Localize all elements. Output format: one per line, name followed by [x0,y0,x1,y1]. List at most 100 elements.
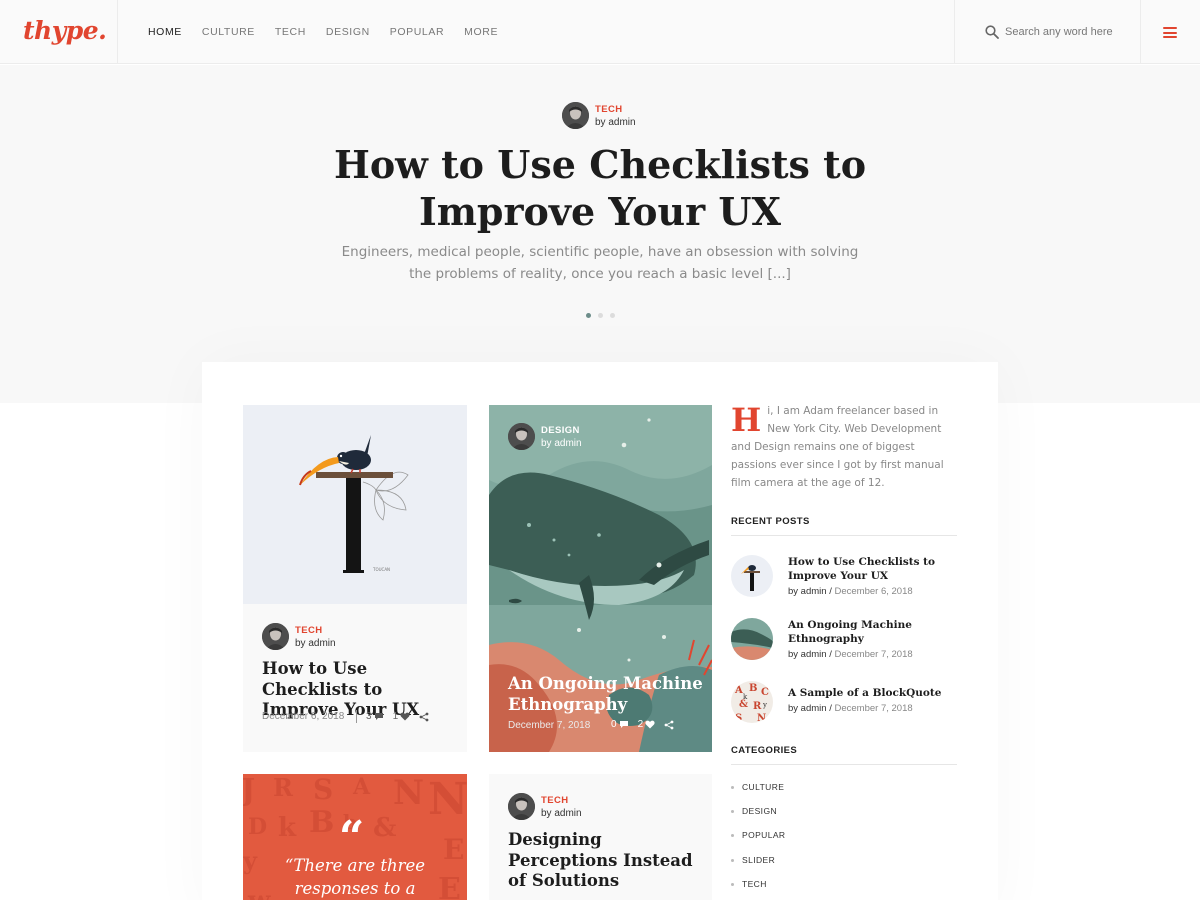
post-title[interactable]: An Ongoing Machine Ethnography [508,674,703,715]
hero-category-link[interactable]: TECH [595,104,622,115]
recent-posts-heading: RECENT POSTS [731,516,810,527]
recent-post-date: December 6, 2018 [834,586,913,597]
slider-dot-3[interactable] [610,313,615,318]
svg-text:k: k [278,813,297,843]
recent-post-item[interactable]: How to Use Checklists to Improve Your UX… [731,555,957,599]
svg-text:E: E [438,872,461,900]
site-logo[interactable]: thype. [23,16,107,45]
recent-post-title[interactable]: How to Use Checklists to Improve Your UX [788,555,948,583]
post-card[interactable]: TOUCAN TECH by admin How to Use Checklis… [243,405,467,752]
svg-text:S: S [735,713,742,723]
comment-icon [374,713,383,720]
post-category-link[interactable]: DESIGN [541,425,580,436]
recent-post-meta: by admin / December 6, 2018 [788,586,913,597]
recent-post-item[interactable]: An Ongoing Machine Ethnography by admin … [731,618,957,662]
category-tech[interactable]: TECH [731,879,767,889]
divider [731,535,957,536]
post-date: December 7, 2018 [508,720,591,731]
post-card[interactable]: TECH by admin Designing Perceptions Inst… [489,774,712,900]
svg-text:w: w [247,886,271,900]
slider-dot-2[interactable] [598,313,603,318]
heart-icon [400,712,410,721]
recent-post-thumbnail[interactable] [731,618,773,660]
recent-post-date: December 7, 2018 [834,649,913,660]
about-dropcap: H [731,401,762,439]
divider [731,764,957,765]
about-widget: H i, I am Adam freelancer based in New Y… [731,402,957,492]
slider-dot-1[interactable] [586,313,591,318]
svg-text:y: y [243,846,258,875]
svg-text:y: y [762,701,767,709]
share-icon[interactable] [664,720,674,730]
nav-popular[interactable]: POPULAR [390,26,444,38]
svg-text:R: R [273,774,294,802]
svg-text:A: A [734,685,743,696]
hero-excerpt: Engineers, medical people, scientific pe… [341,244,859,282]
quote-text[interactable]: “There are three responses to a [273,854,437,900]
toucan-caption: TOUCAN [372,567,390,572]
recent-post-date: December 7, 2018 [834,703,913,714]
svg-text:J: J [243,774,255,808]
search-box [954,0,1141,64]
recent-post-meta: by admin / December 7, 2018 [788,703,913,714]
recent-post-meta: by admin / December 7, 2018 [788,649,913,660]
post-category-link[interactable]: TECH [295,625,322,636]
category-slider[interactable]: SLIDER [731,855,775,865]
svg-text:E: E [443,833,464,866]
post-category-link[interactable]: TECH [541,795,568,806]
post-title[interactable]: Designing Perceptions Instead of Solutio… [508,830,703,892]
likes-count[interactable]: 2 [638,719,656,730]
recent-post-title[interactable]: A Sample of a BlockQuote [788,686,948,700]
hero-title[interactable]: How to Use Checklists to Improve Your UX [300,141,900,235]
svg-text:N: N [428,774,467,825]
post-date: December 6, 2018 [262,711,345,722]
post-card-quote[interactable]: JRSANN DkBb& yEEwT “ “There are three re… [243,774,467,900]
recent-post-author[interactable]: by admin [788,703,827,714]
about-text: i, I am Adam freelancer based in New Yor… [731,405,944,489]
search-icon[interactable] [985,25,999,39]
slider-dots [586,313,615,318]
svg-text:D: D [248,814,267,840]
recent-post-author[interactable]: by admin [788,649,827,660]
svg-text:B: B [749,683,757,694]
nav-tech[interactable]: TECH [275,26,306,38]
post-stats: 0 2 [611,719,674,730]
comments-count[interactable]: 3 [366,711,384,722]
post-author[interactable]: by admin [541,808,582,819]
nav-more[interactable]: MORE [464,26,498,38]
comments-count[interactable]: 0 [611,719,629,730]
hamburger-menu-icon[interactable] [1163,27,1177,38]
post-card-featured[interactable]: DESIGN by admin An Ongoing Machine Ethno… [489,405,712,752]
recent-post-title[interactable]: An Ongoing Machine Ethnography [788,618,948,646]
post-author[interactable]: by admin [295,638,336,649]
author-avatar[interactable] [508,793,535,820]
heart-icon [645,720,655,729]
post-thumbnail-toucan[interactable]: TOUCAN [243,405,467,604]
recent-post-item[interactable]: A B C & R S Nk y A Sample of a BlockQuote by ad… [731,681,957,725]
category-culture[interactable]: CULTURE [731,782,784,792]
author-avatar[interactable] [262,623,289,650]
svg-text:S: S [313,774,333,806]
recent-post-thumbnail[interactable] [731,555,773,597]
likes-count[interactable]: 1 [393,711,411,722]
search-input[interactable] [1005,22,1130,42]
svg-text:A: A [352,774,371,800]
svg-text:B: B [309,805,334,840]
author-avatar[interactable] [508,423,535,450]
share-icon[interactable] [419,712,429,722]
nav-design[interactable]: DESIGN [326,26,370,38]
hero-author[interactable]: by admin [595,117,636,128]
post-author[interactable]: by admin [541,438,582,449]
recent-post-author[interactable]: by admin [788,586,827,597]
logo-cell: thype. [0,0,118,64]
recent-post-thumbnail[interactable]: A B C & R S Nk y [731,681,773,723]
author-avatar[interactable] [562,102,589,129]
main-nav: HOME CULTURE TECH DESIGN POPULAR MORE [148,0,518,64]
nav-culture[interactable]: CULTURE [202,26,255,38]
post-stats: 3 1 [356,710,429,723]
svg-text:C: C [761,687,769,698]
category-design[interactable]: DESIGN [731,806,777,816]
main-content: TOUCAN TECH by admin How to Use Checklis… [202,362,998,900]
category-popular[interactable]: POPULAR [731,830,785,840]
nav-home[interactable]: HOME [148,26,182,38]
